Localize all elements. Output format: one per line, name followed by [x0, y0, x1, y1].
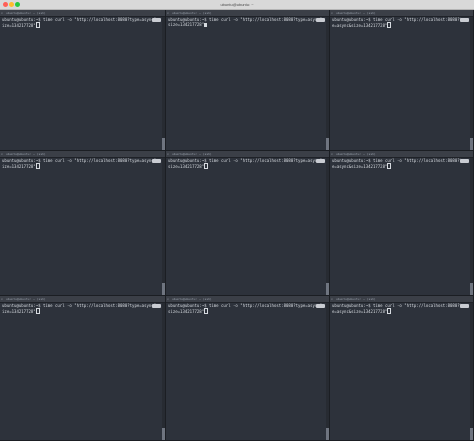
terminal-output[interactable]: ubuntu@ubuntu:~$ time curl -o "http://lo… [2, 158, 159, 169]
pane-header[interactable]: × ubuntu@ubuntu: ~ (ssh) [0, 10, 165, 17]
activity-badge [460, 18, 469, 22]
pane-header[interactable]: × ubuntu@ubuntu: ~ (ssh) [166, 296, 329, 303]
title-bar[interactable]: ubuntu@ubuntu: ~ [0, 0, 474, 10]
terminal-window: ubuntu@ubuntu: ~ × ubuntu@ubuntu: ~ (ssh)… [0, 0, 474, 441]
cursor-icon [35, 22, 40, 28]
scrollbar[interactable] [162, 158, 165, 295]
cursor-icon [387, 22, 392, 28]
command-line: ubuntu@ubuntu:~$ time curl -o "http://lo… [2, 17, 159, 28]
terminal-pane[interactable]: × ubuntu@ubuntu: ~ (ssh) ubuntu@ubuntu:~$ … [330, 151, 474, 296]
scrollbar[interactable] [326, 17, 329, 150]
command-line: ubuntu@ubuntu:~$ time curl -o "http://lo… [332, 17, 467, 28]
scroll-thumb[interactable] [326, 138, 329, 150]
scroll-thumb[interactable] [326, 283, 329, 295]
scroll-thumb[interactable] [326, 428, 329, 440]
pane-grid: × ubuntu@ubuntu: ~ (ssh) ubuntu@ubuntu:~$ … [0, 10, 474, 441]
activity-badge [316, 304, 325, 308]
cursor-icon [204, 308, 209, 314]
terminal-pane[interactable]: × ubuntu@ubuntu: ~ (ssh) ubuntu@ubuntu:~$ … [166, 296, 330, 441]
pane-header[interactable]: × ubuntu@ubuntu: ~ (ssh) [330, 10, 473, 17]
scrollbar[interactable] [326, 158, 329, 295]
terminal-pane[interactable]: × ubuntu@ubuntu: ~ (ssh) ubuntu@ubuntu:~$ … [166, 10, 330, 151]
activity-badge [152, 159, 161, 163]
pane-title: ubuntu@ubuntu: ~ (ssh) [172, 152, 212, 156]
scrollbar[interactable] [162, 17, 165, 150]
pane-header[interactable]: × ubuntu@ubuntu: ~ (ssh) [166, 151, 329, 158]
terminal-pane[interactable]: × ubuntu@ubuntu: ~ (ssh) ubuntu@ubuntu:~$ … [166, 151, 330, 296]
terminal-output[interactable]: ubuntu@ubuntu:~$ time curl -o "http://lo… [168, 17, 323, 27]
terminal-output[interactable]: ubuntu@ubuntu:~$ time curl -o "http://lo… [332, 303, 467, 314]
pane-title: ubuntu@ubuntu: ~ (ssh) [172, 11, 212, 15]
scroll-thumb[interactable] [162, 283, 165, 295]
pane-title: ubuntu@ubuntu: ~ (ssh) [336, 297, 376, 301]
activity-badge [460, 159, 469, 163]
terminal-output[interactable]: ubuntu@ubuntu:~$ time curl -o "http://lo… [168, 158, 323, 169]
activity-badge [316, 18, 325, 22]
pane-title: ubuntu@ubuntu: ~ (ssh) [336, 152, 376, 156]
scroll-thumb[interactable] [162, 428, 165, 440]
terminal-pane[interactable]: × ubuntu@ubuntu: ~ (ssh) ubuntu@ubuntu:~$ … [0, 151, 166, 296]
scrollbar[interactable] [470, 303, 473, 440]
pane-title: ubuntu@ubuntu: ~ (ssh) [172, 297, 212, 301]
terminal-output[interactable]: ubuntu@ubuntu:~$ time curl -o "http://lo… [332, 17, 467, 28]
command-line: ubuntu@ubuntu:~$ time curl -o "http://lo… [168, 158, 323, 169]
command-line: ubuntu@ubuntu:~$ time curl -o "http://lo… [332, 303, 467, 314]
pane-title: ubuntu@ubuntu: ~ (ssh) [336, 11, 376, 15]
cursor-icon [35, 163, 40, 169]
command-line: ubuntu@ubuntu:~$ time curl -o "http://lo… [2, 158, 159, 169]
terminal-pane[interactable]: × ubuntu@ubuntu: ~ (ssh) ubuntu@ubuntu:~$ … [330, 10, 474, 151]
terminal-output[interactable]: ubuntu@ubuntu:~$ time curl -o "http://lo… [2, 303, 159, 314]
terminal-pane[interactable]: × ubuntu@ubuntu: ~ (ssh) ubuntu@ubuntu:~$ … [0, 296, 166, 441]
scrollbar[interactable] [162, 303, 165, 440]
command-line: ubuntu@ubuntu:~$ time curl -o "http://lo… [168, 303, 323, 314]
terminal-output[interactable]: ubuntu@ubuntu:~$ time curl -o "http://lo… [2, 17, 159, 28]
cursor-icon [204, 23, 207, 27]
close-icon[interactable]: × [167, 297, 169, 301]
pane-title: ubuntu@ubuntu: ~ (ssh) [6, 152, 46, 156]
close-icon[interactable]: × [167, 152, 169, 156]
cursor-icon [387, 163, 392, 169]
pane-header[interactable]: × ubuntu@ubuntu: ~ (ssh) [330, 151, 473, 158]
pane-title: ubuntu@ubuntu: ~ (ssh) [6, 11, 46, 15]
close-icon[interactable]: × [331, 11, 333, 15]
terminal-output[interactable]: ubuntu@ubuntu:~$ time curl -o "http://lo… [168, 303, 323, 314]
activity-badge [152, 304, 161, 308]
close-icon[interactable]: × [1, 11, 3, 15]
scroll-thumb[interactable] [162, 138, 165, 150]
scrollbar[interactable] [470, 158, 473, 295]
terminal-pane[interactable]: × ubuntu@ubuntu: ~ (ssh) ubuntu@ubuntu:~$ … [0, 10, 166, 151]
pane-header[interactable]: × ubuntu@ubuntu: ~ (ssh) [0, 296, 165, 303]
pane-title: ubuntu@ubuntu: ~ (ssh) [6, 297, 46, 301]
close-icon[interactable]: × [331, 152, 333, 156]
pane-header[interactable]: × ubuntu@ubuntu: ~ (ssh) [0, 151, 165, 158]
cursor-icon [387, 308, 392, 314]
close-icon[interactable]: × [331, 297, 333, 301]
scrollbar[interactable] [470, 17, 473, 150]
window-title: ubuntu@ubuntu: ~ [220, 2, 254, 7]
scroll-thumb[interactable] [470, 428, 473, 440]
activity-badge [460, 304, 469, 308]
command-line: ubuntu@ubuntu:~$ time curl -o "http://lo… [2, 303, 159, 314]
terminal-pane[interactable]: × ubuntu@ubuntu: ~ (ssh) ubuntu@ubuntu:~$ … [330, 296, 474, 441]
cursor-icon [204, 163, 209, 169]
activity-badge [316, 159, 325, 163]
pane-header[interactable]: × ubuntu@ubuntu: ~ (ssh) [166, 10, 329, 17]
cursor-icon [35, 308, 40, 314]
close-icon[interactable]: × [167, 11, 169, 15]
command-line: ubuntu@ubuntu:~$ time curl -o "http://lo… [332, 158, 467, 169]
command-line: ubuntu@ubuntu:~$ time curl -o "http://lo… [168, 17, 323, 27]
terminal-output[interactable]: ubuntu@ubuntu:~$ time curl -o "http://lo… [332, 158, 467, 169]
activity-badge [152, 18, 161, 22]
scroll-thumb[interactable] [470, 138, 473, 150]
close-icon[interactable]: × [1, 152, 3, 156]
close-icon[interactable]: × [1, 297, 3, 301]
scrollbar[interactable] [326, 303, 329, 440]
scroll-thumb[interactable] [470, 283, 473, 295]
pane-header[interactable]: × ubuntu@ubuntu: ~ (ssh) [330, 296, 473, 303]
